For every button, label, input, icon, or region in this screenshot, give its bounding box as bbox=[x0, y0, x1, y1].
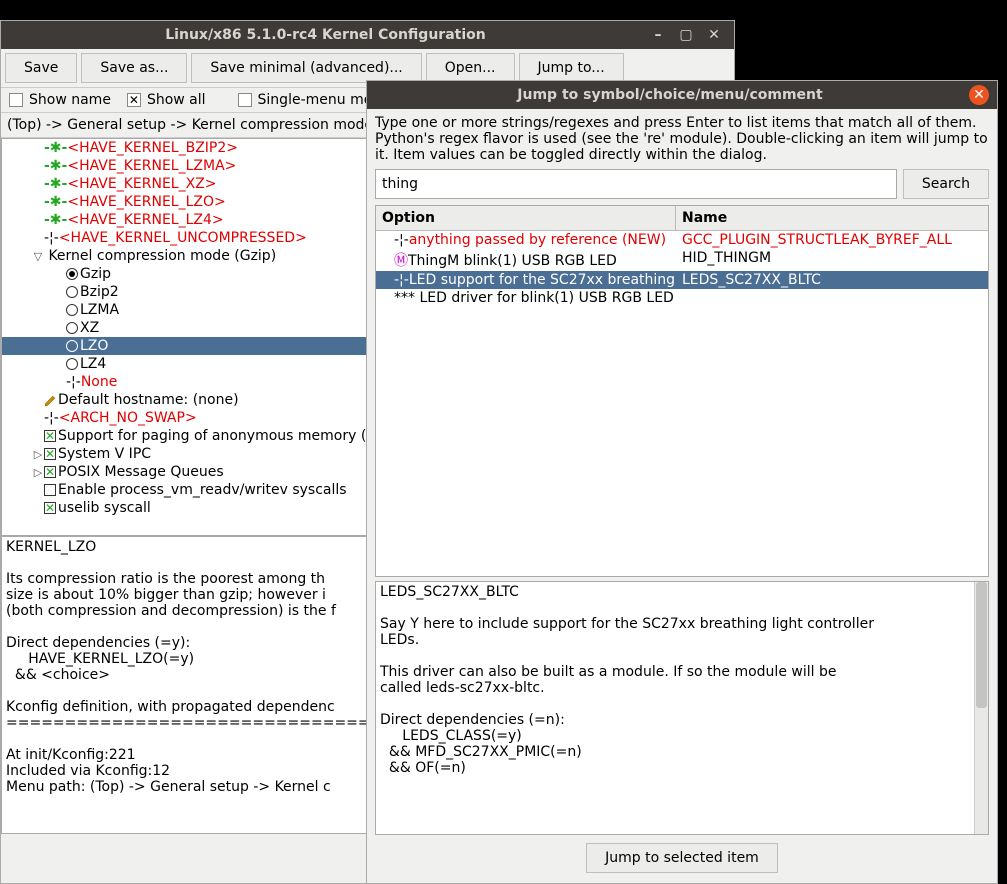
collapse-icon[interactable]: ▽ bbox=[32, 250, 44, 263]
close-button[interactable]: ✕ bbox=[969, 85, 989, 105]
show-all-label: Show all bbox=[147, 92, 206, 108]
expand-icon[interactable]: ▷ bbox=[32, 448, 44, 461]
save-minimal-button[interactable]: Save minimal (advanced)... bbox=[191, 53, 421, 83]
checkbox-icon bbox=[44, 466, 56, 478]
radio-icon bbox=[66, 322, 78, 334]
result-row[interactable]: -¦-LED support for the SC27xx breathing … bbox=[376, 271, 988, 289]
search-input[interactable] bbox=[375, 169, 897, 199]
main-titlebar[interactable]: Linux/x86 5.1.0-rc4 Kernel Configuration… bbox=[1, 21, 734, 49]
dialog-info-text: LEDS_SC27XX_BLTC Say Y here to include s… bbox=[380, 584, 874, 776]
close-button[interactable]: ✕ bbox=[702, 25, 726, 45]
dialog-titlebar[interactable]: Jump to symbol/choice/menu/comment ✕ bbox=[367, 81, 997, 109]
pencil-icon bbox=[44, 393, 58, 407]
col-name[interactable]: Name bbox=[676, 206, 988, 230]
main-window-title: Linux/x86 5.1.0-rc4 Kernel Configuration bbox=[9, 21, 642, 49]
jump-dialog: Jump to symbol/choice/menu/comment ✕ Typ… bbox=[366, 80, 998, 884]
save-button[interactable]: Save bbox=[5, 53, 77, 83]
save-as-button[interactable]: Save as... bbox=[81, 53, 187, 83]
radio-icon bbox=[66, 268, 78, 280]
radio-icon bbox=[66, 340, 78, 352]
radio-icon bbox=[66, 358, 78, 370]
result-row[interactable]: *** LED driver for blink(1) USB RGB LED … bbox=[376, 289, 988, 307]
col-option[interactable]: Option bbox=[376, 206, 676, 230]
results-table[interactable]: Option Name -¦-anything passed by refere… bbox=[375, 205, 989, 577]
checkbox-icon bbox=[44, 502, 56, 514]
jump-to-selected-button[interactable]: Jump to selected item bbox=[586, 843, 778, 873]
result-row[interactable]: -¦-anything passed by reference (NEW) GC… bbox=[376, 231, 988, 249]
dialog-title: Jump to symbol/choice/menu/comment bbox=[375, 81, 965, 109]
single-menu-checkbox[interactable] bbox=[238, 93, 252, 107]
maximize-button[interactable]: ▢ bbox=[674, 25, 698, 45]
minimize-button[interactable]: – bbox=[646, 25, 670, 45]
checkbox-icon bbox=[44, 484, 56, 496]
open-button[interactable]: Open... bbox=[426, 53, 515, 83]
radio-icon bbox=[66, 286, 78, 298]
dialog-help-text: Type one or more strings/regexes and pre… bbox=[375, 115, 989, 163]
checkbox-icon bbox=[44, 448, 56, 460]
result-row[interactable]: ⓂThingM blink(1) USB RGB LED HID_THINGM bbox=[376, 249, 988, 271]
search-button[interactable]: Search bbox=[903, 169, 989, 199]
show-all-checkbox[interactable]: ✕ bbox=[127, 93, 141, 107]
checkbox-icon bbox=[44, 430, 56, 442]
expand-icon[interactable]: ▷ bbox=[32, 466, 44, 479]
dialog-info-pane[interactable]: LEDS_SC27XX_BLTC Say Y here to include s… bbox=[375, 581, 989, 835]
show-name-checkbox[interactable] bbox=[9, 93, 23, 107]
jump-to-button[interactable]: Jump to... bbox=[519, 53, 624, 83]
radio-icon bbox=[66, 304, 78, 316]
scrollbar[interactable] bbox=[974, 582, 988, 834]
show-name-label: Show name bbox=[29, 92, 111, 108]
